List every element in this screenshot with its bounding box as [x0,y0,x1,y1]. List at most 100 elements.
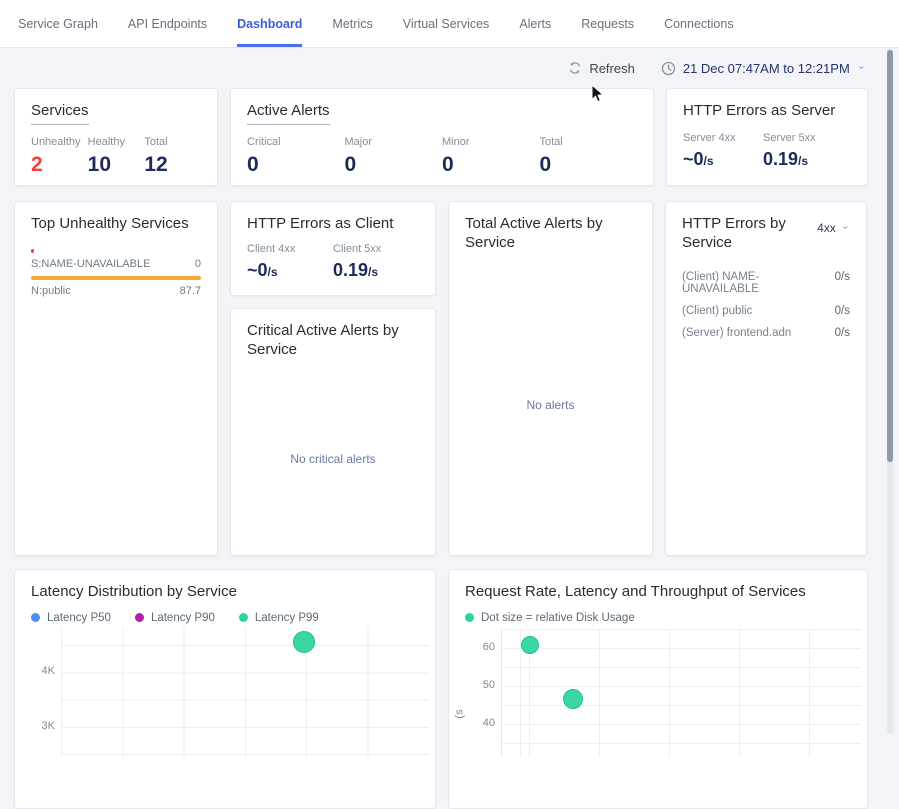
total-alerts-card: Total Active Alerts by Service No alerts [448,201,653,556]
legend-dot [31,613,40,622]
scatter-point[interactable] [521,636,539,654]
y-axis-tick: 3K [21,720,55,732]
service-health-bar [31,276,201,280]
stat-label: Unhealthy [31,136,88,148]
top-unhealthy-item[interactable]: S:NAME-UNAVAILABLE 0 [31,249,201,270]
legend-item-p90[interactable]: Latency P90 [135,612,215,624]
scatter-point[interactable] [563,689,583,709]
y-axis-tick: 50 [461,679,495,691]
error-service-rate: 0/s [835,271,850,295]
y-axis-tick: 60 [461,641,495,653]
legend-item-p50[interactable]: Latency P50 [31,612,111,624]
stat-value: ~0/s [247,260,333,281]
stat-client-5xx: Client 5xx 0.19/s [333,243,419,281]
legend-label: Latency P99 [255,612,319,624]
refresh-icon [568,61,582,75]
stat-label: Client 4xx [247,243,333,255]
error-service-rate: 0/s [835,305,850,317]
tab-virtual-services[interactable]: Virtual Services [403,0,490,47]
http-errors-by-service-card: HTTP Errors by Service 4xx ⌄ (Client) NA… [665,201,867,556]
stat-value: ~0/s [683,149,763,170]
stat-major: Major 0 [345,136,443,177]
stat-value: 0 [345,153,443,177]
chevron-down-icon: ⌄ [841,221,850,232]
http-errors-server-title: HTTP Errors as Server [683,102,851,121]
legend-label: Latency P90 [151,612,215,624]
clock-icon [661,61,676,76]
top-navbar: Service Graph API Endpoints Dashboard Me… [0,0,899,48]
top-unhealthy-card: Top Unhealthy Services S:NAME-UNAVAILABL… [14,201,218,556]
legend-item-disk-usage[interactable]: Dot size = relative Disk Usage [465,612,635,624]
stat-label: Critical [247,136,345,148]
error-type-value: 4xx [817,221,836,235]
time-range-picker[interactable]: 21 Dec 07:47AM to 12:21PM ⌄ [661,61,866,76]
legend-dot [135,613,144,622]
latency-chart-title: Latency Distribution by Service [31,583,419,602]
stat-value: 12 [144,153,201,177]
stat-value: 10 [88,153,145,177]
error-service-row: (Server) frontend.adn 0/s [682,327,850,339]
stat-label: Server 5xx [763,132,843,144]
stat-server-5xx: Server 5xx 0.19/s [763,132,843,170]
request-rate-legend: Dot size = relative Disk Usage [465,612,851,624]
http-errors-client-title: HTTP Errors as Client [247,215,419,234]
stat-server-4xx: Server 4xx ~0/s [683,132,763,170]
error-service-label: (Server) frontend.adn [682,327,791,339]
latency-distribution-card: Latency Distribution by Service Latency … [14,569,436,809]
tab-dashboard[interactable]: Dashboard [237,0,302,47]
refresh-button[interactable]: Refresh [568,61,635,76]
top-unhealthy-list: S:NAME-UNAVAILABLE 0 N:public 87.7 [31,249,201,297]
tab-connections[interactable]: Connections [664,0,734,47]
error-type-dropdown[interactable]: 4xx ⌄ [817,221,850,235]
tab-api-endpoints[interactable]: API Endpoints [128,0,207,47]
service-name: N:public [31,285,71,297]
scatter-point[interactable] [293,631,315,653]
refresh-label: Refresh [589,61,635,76]
error-service-label: (Client) public [682,305,752,317]
top-unhealthy-item[interactable]: N:public 87.7 [31,276,201,297]
stat-value: 0 [540,153,638,177]
latency-chart-legend: Latency P50 Latency P90 Latency P99 [31,612,419,624]
legend-item-p99[interactable]: Latency P99 [239,612,319,624]
legend-label: Dot size = relative Disk Usage [481,612,635,624]
tab-service-graph[interactable]: Service Graph [18,0,98,47]
tab-requests[interactable]: Requests [581,0,634,47]
y-axis-tick: 40 [461,717,495,729]
stat-label: Major [345,136,443,148]
stat-label: Healthy [88,136,145,148]
dashboard-toolbar: Refresh 21 Dec 07:47AM to 12:21PM ⌄ [0,48,899,88]
empty-state-text: No critical alerts [231,452,435,466]
request-rate-chart-title: Request Rate, Latency and Throughput of … [465,583,851,602]
service-score: 0 [195,258,201,270]
stat-label: Minor [442,136,540,148]
scrollbar-thumb[interactable] [887,50,893,462]
tab-alerts[interactable]: Alerts [519,0,551,47]
stat-value: 0.19/s [763,149,843,170]
empty-state-text: No alerts [449,398,652,412]
service-health-bar [31,249,34,253]
stat-total: Total 12 [144,136,201,177]
stat-healthy: Healthy 10 [88,136,145,177]
chevron-down-icon: ⌄ [857,61,866,72]
dashboard-content: Services Unhealthy 2 Healthy 10 Total 12… [14,88,868,809]
stat-critical: Critical 0 [247,136,345,177]
active-alerts-card-title: Active Alerts [247,102,330,125]
stat-value: 2 [31,153,88,177]
errors-by-service-list: (Client) NAME-UNAVAILABLE 0/s (Client) p… [682,271,850,339]
active-alerts-card: Active Alerts Critical 0 Major 0 Minor 0… [230,88,654,186]
request-rate-scatter-plot [501,629,861,757]
y-axis-label-partial: (s [454,709,466,718]
stat-value: 0 [442,153,540,177]
stat-value: 0.19/s [333,260,419,281]
stat-unhealthy: Unhealthy 2 [31,136,88,177]
critical-alerts-title: Critical Active Alerts by Service [247,322,407,360]
error-service-rate: 0/s [835,327,850,339]
service-name: S:NAME-UNAVAILABLE [31,258,150,270]
stat-client-4xx: Client 4xx ~0/s [247,243,333,281]
stat-label: Client 5xx [333,243,419,255]
error-service-label: (Client) NAME-UNAVAILABLE [682,271,835,295]
latency-scatter-plot [61,627,429,757]
tab-metrics[interactable]: Metrics [332,0,372,47]
request-rate-card: Request Rate, Latency and Throughput of … [448,569,868,809]
stat-alerts-total: Total 0 [540,136,638,177]
